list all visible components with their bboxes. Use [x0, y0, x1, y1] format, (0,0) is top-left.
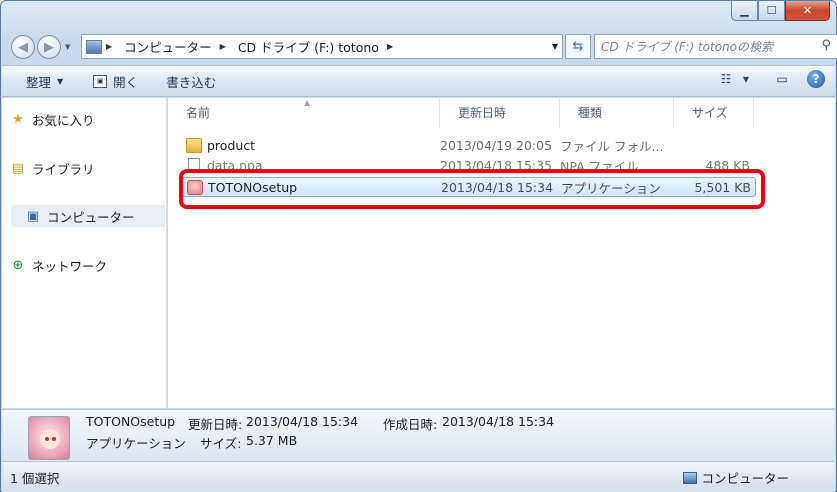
breadcrumb-cd-drive[interactable]: CD ドライブ (F:) totono ▶	[238, 37, 399, 56]
maximize-button[interactable]: ☐	[758, 1, 785, 21]
view-options-dropdown[interactable]: ▼	[737, 71, 755, 87]
status-location-label: コンピューター	[701, 471, 789, 486]
breadcrumb-root-arrow[interactable]: ▶	[106, 42, 118, 51]
minimize-button[interactable]: ▁	[731, 1, 758, 21]
details-modified-value: 2013/04/18 15:34	[246, 414, 359, 429]
open-icon: ▣	[93, 74, 108, 88]
nav-item-favorites[interactable]: ★ お気に入り	[10, 110, 95, 129]
file-list: 名前 更新日時 種類 サイズ ▲ product 2013/04/19 20:0…	[168, 98, 835, 408]
caption-buttons: ▁ ☐ ✕	[731, 1, 830, 21]
refresh-button[interactable]: ⇆	[565, 34, 591, 59]
computer-icon	[683, 471, 698, 484]
status-location: コンピューター	[683, 468, 789, 487]
computer-icon: ▣	[26, 208, 40, 224]
open-button[interactable]: ▣ 開く	[81, 69, 150, 93]
recent-pages-dropdown[interactable]: ▼	[65, 43, 70, 51]
organize-label: 整理	[26, 74, 52, 90]
back-arrow-icon: ◀	[18, 39, 28, 55]
file-size: 5,501 KB	[694, 179, 751, 195]
file-row-totonosetup[interactable]: TOTONOsetup 2013/04/18 15:34 アプリケーション 5,…	[182, 177, 756, 197]
breadcrumb-computer[interactable]: コンピューター ▶	[124, 37, 232, 56]
forward-button[interactable]: ▶	[37, 35, 61, 59]
file-row-product[interactable]: product 2013/04/19 20:05 ファイル フォル...	[182, 135, 756, 155]
network-icon: ⊕	[12, 258, 24, 273]
column-header-type[interactable]: 種類	[560, 98, 674, 128]
file-date: 2013/04/18 15:35	[440, 157, 553, 173]
breadcrumb-label: コンピューター	[124, 40, 212, 55]
details-size-value: 5.37 MB	[246, 433, 298, 448]
nav-label: ネットワーク	[32, 259, 108, 274]
file-name: TOTONOsetup	[208, 179, 298, 195]
nav-item-computer[interactable]: ▣ コンピューター	[11, 205, 165, 227]
file-thumbnail	[28, 416, 70, 460]
file-type: NPA ファイル	[560, 158, 639, 174]
details-created-label: 作成日時:	[383, 417, 438, 432]
details-pane: TOTONOsetup 更新日時: 2013/04/18 15:34 作成日時:…	[2, 409, 835, 461]
file-name: product	[207, 137, 256, 153]
sort-ascending-icon: ▲	[304, 98, 311, 107]
column-headers: 名前 更新日時 種類 サイズ ▲	[168, 98, 835, 128]
burn-label: 書き込む	[166, 74, 217, 90]
selection-count: 1 個選択	[10, 471, 60, 486]
preview-pane-icon[interactable]: ▭	[773, 71, 791, 87]
column-header-size[interactable]: サイズ	[674, 98, 754, 128]
search-icon[interactable]: ⚲	[821, 38, 831, 53]
details-created-value: 2013/04/18 15:34	[442, 414, 555, 429]
nav-label: コンピューター	[47, 209, 135, 225]
open-label: 開く	[113, 74, 139, 90]
search-input[interactable]: CD ドライブ (F:) totonoの検索 ⚲	[594, 34, 837, 59]
star-icon: ★	[12, 112, 24, 127]
help-icon[interactable]: ?	[807, 70, 825, 88]
address-row: ◀ ▶ ▼ ▶ コンピューター ▶ CD ドライブ (F:) totono ▶ ▼ …	[9, 31, 837, 61]
details-file-name: TOTONOsetup	[86, 414, 176, 429]
details-size-label: サイズ:	[200, 436, 242, 451]
nav-item-network[interactable]: ⊕ ネットワーク	[10, 256, 107, 275]
change-view-icon[interactable]: ☷	[717, 71, 735, 87]
view-controls: ☷ ▼ ▭ ?	[707, 70, 825, 88]
status-bar: 1 個選択 コンピューター	[2, 461, 835, 492]
close-button[interactable]: ✕	[785, 1, 830, 21]
address-bar[interactable]: ▶ コンピューター ▶ CD ドライブ (F:) totono ▶ ▼	[81, 34, 563, 59]
details-modified-label: 更新日時:	[188, 417, 243, 432]
application-icon	[187, 179, 203, 195]
breadcrumb-label: CD ドライブ (F:) totono	[237, 40, 379, 55]
address-dropdown-icon[interactable]: ▼	[552, 42, 558, 51]
explorer-window: ▁ ☐ ✕ ◀ ▶ ▼ ▶ コンピューター ▶ CD ドライブ (F:) toto…	[0, 0, 837, 492]
file-size: 488 KB	[705, 157, 750, 173]
command-bar: 整理 ▼ ▣ 開く 書き込む ☷ ▼ ▭ ?	[2, 65, 835, 97]
library-icon: ▤	[11, 161, 25, 176]
computer-icon	[86, 39, 102, 54]
nav-label: ライブラリ	[32, 162, 95, 177]
refresh-icon: ⇆	[572, 39, 584, 54]
file-name: data.npa	[207, 157, 263, 173]
nav-label: お気に入り	[32, 113, 95, 128]
folder-icon	[186, 137, 202, 153]
nav-item-libraries[interactable]: ▤ ライブラリ	[10, 159, 95, 178]
file-type: アプリケーション	[561, 180, 661, 196]
search-placeholder: CD ドライブ (F:) totonoの検索	[601, 40, 773, 54]
file-date: 2013/04/19 20:05	[440, 137, 553, 153]
forward-arrow-icon: ▶	[44, 39, 54, 55]
navigation-pane: ★ お気に入り ▤ ライブラリ ▣ コンピューター ⊕ ネットワーク	[2, 98, 167, 408]
file-date: 2013/04/18 15:34	[441, 179, 554, 195]
column-header-date[interactable]: 更新日時	[440, 98, 560, 128]
details-type: アプリケーション	[86, 436, 186, 451]
file-row-data-npa[interactable]: data.npa 2013/04/18 15:35 NPA ファイル 488 K…	[182, 155, 756, 175]
organize-button[interactable]: 整理 ▼	[2, 69, 75, 93]
document-icon	[188, 157, 200, 173]
burn-button[interactable]: 書き込む	[154, 69, 228, 93]
chevron-down-icon: ▼	[57, 76, 64, 86]
back-button[interactable]: ◀	[11, 35, 35, 59]
file-type: ファイル フォル...	[560, 138, 664, 154]
